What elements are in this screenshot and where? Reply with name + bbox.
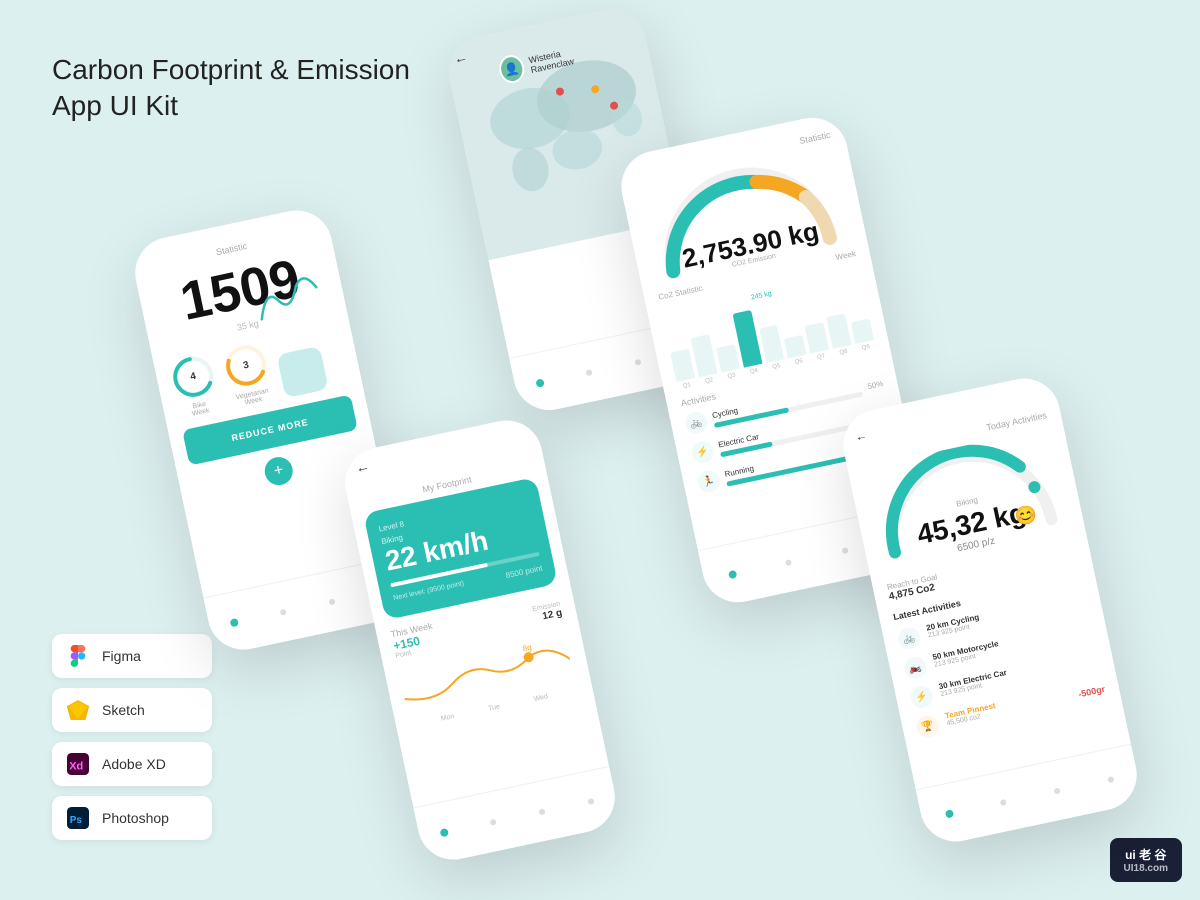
tool-photoshop: Ps Photoshop xyxy=(52,796,212,840)
phone-today-activities: ← Today Activities Biking 45,32 kg 6500 … xyxy=(837,372,1144,848)
circle-bike-week: 4 BikeWeek xyxy=(167,351,223,421)
nav4-home[interactable] xyxy=(432,820,456,844)
svg-text:8g: 8g xyxy=(522,643,533,654)
phone5-electric-icon: ⚡ xyxy=(909,684,935,710)
nav5-user[interactable] xyxy=(1098,767,1122,791)
adobe-xd-icon: Xd xyxy=(64,750,92,778)
watermark-brand: ui 老 谷 xyxy=(1125,846,1166,863)
watermark: ui 老 谷 UI18.com xyxy=(1110,838,1182,882)
nav4-bell[interactable] xyxy=(481,810,505,834)
photoshop-icon: Ps xyxy=(64,804,92,832)
tools-section: Figma Sketch Xd Adobe XD Ps Photoshop xyxy=(52,634,212,840)
nav3-bell[interactable] xyxy=(777,550,801,574)
phone5-cycling-icon: 🚲 xyxy=(896,625,922,651)
sketch-icon xyxy=(64,696,92,724)
tool-figma: Figma xyxy=(52,634,212,678)
figma-icon xyxy=(64,642,92,670)
phone4-nav xyxy=(413,766,621,866)
circle-bike-label: BikeWeek xyxy=(190,400,210,417)
phone3-co2stat-label: Co2 Statistic xyxy=(657,284,703,302)
phone5-negative: -500gr xyxy=(1077,684,1106,699)
phone2-back-arrow[interactable]: ← xyxy=(452,48,469,67)
sketch-label: Sketch xyxy=(102,702,145,718)
adobe-xd-label: Adobe XD xyxy=(102,756,166,772)
nav5-doc[interactable] xyxy=(1045,779,1069,803)
nav5-bell[interactable] xyxy=(991,790,1015,814)
phone5-motorcycle-icon: 🏍️ xyxy=(902,655,928,681)
phone4-day-wed: Wed xyxy=(533,693,548,703)
phone4-points: 8500 point xyxy=(505,564,543,581)
electric-icon: ⚡ xyxy=(690,439,716,465)
cycling-percent: 50% xyxy=(867,379,885,391)
nav2-doc[interactable] xyxy=(626,350,650,374)
nav5-home[interactable] xyxy=(937,802,961,826)
figma-label: Figma xyxy=(102,648,141,664)
phone1-bar-text: REDUCE MORE xyxy=(231,417,310,443)
watermark-site: UI18.com xyxy=(1124,863,1168,874)
nav3-home[interactable] xyxy=(720,562,744,586)
phone1-plus-button[interactable]: + xyxy=(262,454,295,487)
tool-sketch: Sketch xyxy=(52,688,212,732)
svg-text:Ps: Ps xyxy=(70,815,83,826)
nav2-bell[interactable] xyxy=(577,360,601,384)
phone5-team-icon: 🏆 xyxy=(915,713,941,739)
nav-bell[interactable] xyxy=(271,600,295,624)
page-title: Carbon Footprint & Emission App UI Kit xyxy=(52,52,410,125)
running-icon: 🏃 xyxy=(696,468,722,494)
photoshop-label: Photoshop xyxy=(102,810,169,826)
nav-doc[interactable] xyxy=(320,589,344,613)
tool-adobe-xd: Xd Adobe XD xyxy=(52,742,212,786)
svg-text:Xd: Xd xyxy=(69,761,83,773)
phone4-day-tue: Tue xyxy=(488,703,501,712)
nav4-doc[interactable] xyxy=(530,799,554,823)
phone-my-footprint: ← My Footprint Level 8 Biking 22 km/h Ne… xyxy=(339,414,622,866)
nav2-home[interactable] xyxy=(528,371,552,395)
phone4-day-mon: Mon xyxy=(440,713,455,723)
phone3-week: Week xyxy=(835,249,857,262)
circle-veg-week: 3 VegetarianWeek xyxy=(220,339,276,409)
nav3-doc[interactable] xyxy=(833,538,857,562)
nav-home[interactable] xyxy=(222,610,246,634)
nav4-user[interactable] xyxy=(579,789,603,813)
cycling-icon: 🚲 xyxy=(683,410,709,436)
circle-veg-label: VegetarianWeek xyxy=(235,388,271,409)
